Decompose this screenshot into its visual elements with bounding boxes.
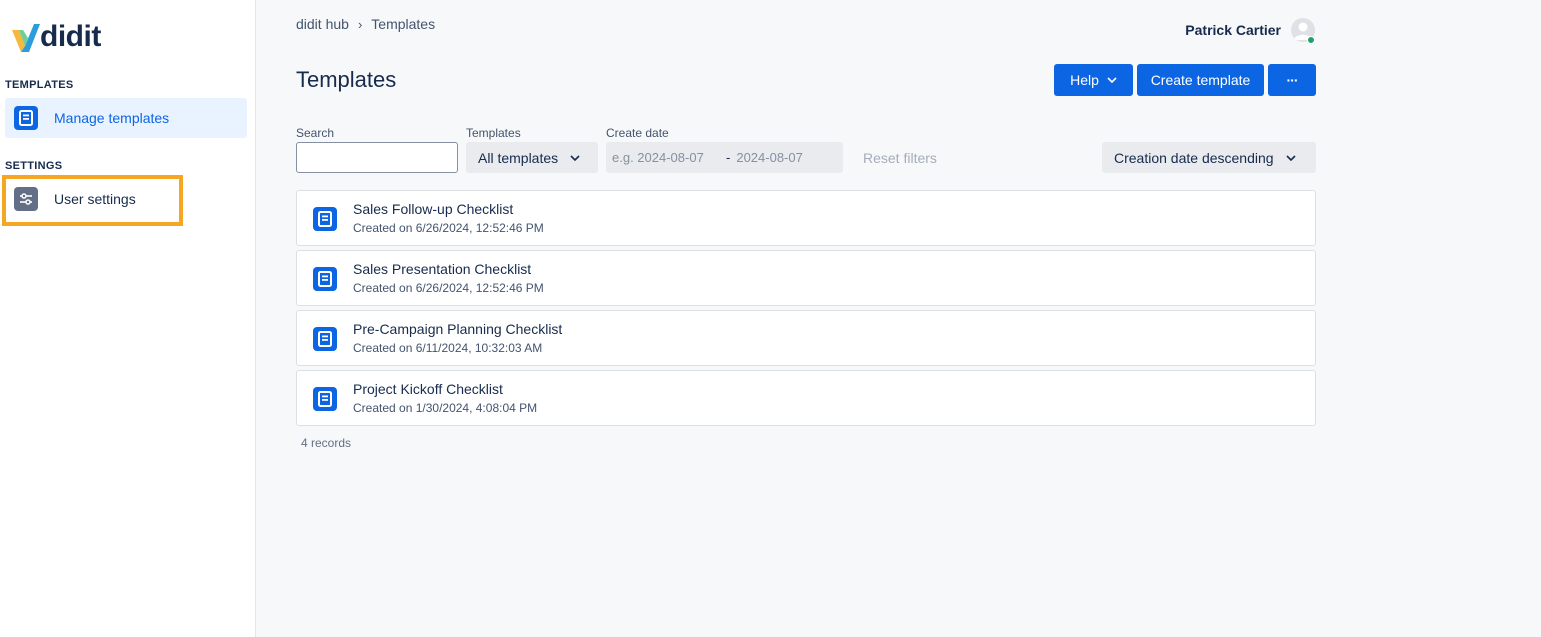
search-input[interactable] xyxy=(296,142,458,173)
breadcrumb-separator: › xyxy=(357,16,363,32)
sidebar-item-label: Manage templates xyxy=(54,110,170,126)
chevron-down-icon xyxy=(1285,154,1296,161)
help-button[interactable]: Help xyxy=(1054,64,1133,96)
list-item[interactable]: Pre-Campaign Planning Checklist Created … xyxy=(296,310,1316,366)
date-end-field[interactable]: 2024-08-07 xyxy=(736,150,803,165)
more-icon: ··· xyxy=(1286,72,1299,88)
breadcrumb: didit hub › Templates xyxy=(296,16,435,32)
document-icon xyxy=(313,327,337,351)
brand-name: didit xyxy=(40,20,101,53)
template-title: Sales Presentation Checklist xyxy=(353,261,532,277)
template-created-date: Created on 6/26/2024, 12:52:46 PM xyxy=(353,221,544,235)
list-item[interactable]: Sales Follow-up Checklist Created on 6/2… xyxy=(296,190,1316,246)
sidebar-item-user-settings[interactable]: User settings xyxy=(5,179,247,219)
presence-status-dot xyxy=(1307,36,1315,44)
sort-select[interactable]: Creation date descending xyxy=(1102,142,1316,173)
document-icon xyxy=(313,387,337,411)
date-start-field[interactable]: e.g. 2024-08-07 xyxy=(612,150,722,165)
template-title: Sales Follow-up Checklist xyxy=(353,201,514,217)
templates-filter-select[interactable]: All templates xyxy=(466,142,598,173)
sidebar-item-manage-templates[interactable]: Manage templates xyxy=(5,98,247,138)
section-title-settings: SETTINGS xyxy=(5,160,63,172)
template-created-date: Created on 6/11/2024, 10:32:03 AM xyxy=(353,341,543,355)
breadcrumb-item-templates[interactable]: Templates xyxy=(371,16,435,32)
chevron-down-icon xyxy=(570,154,580,161)
template-created-date: Created on 6/26/2024, 12:52:46 PM xyxy=(353,281,544,295)
create-date-label: Create date xyxy=(606,126,669,140)
date-range-separator: - xyxy=(726,150,731,165)
create-date-range[interactable]: e.g. 2024-08-07 - 2024-08-07 xyxy=(606,142,843,173)
template-title: Project Kickoff Checklist xyxy=(353,381,503,397)
reset-filters-button[interactable]: Reset filters xyxy=(863,150,937,166)
template-title: Pre-Campaign Planning Checklist xyxy=(353,321,563,337)
records-count: 4 records xyxy=(301,436,352,450)
user-menu[interactable]: Patrick Cartier xyxy=(1185,18,1315,42)
logo-mark-icon xyxy=(12,24,40,52)
sort-select-value: Creation date descending xyxy=(1114,149,1274,166)
sidebar-item-label: User settings xyxy=(54,191,136,207)
create-template-button[interactable]: Create template xyxy=(1137,64,1264,96)
templates-filter-label: Templates xyxy=(466,126,521,140)
document-icon xyxy=(14,106,38,130)
section-title-templates: TEMPLATES xyxy=(5,79,74,91)
breadcrumb-item-didit-hub[interactable]: didit hub xyxy=(296,16,349,32)
template-created-date: Created on 1/30/2024, 4:08:04 PM xyxy=(353,401,538,415)
list-item[interactable]: Project Kickoff Checklist Created on 1/3… xyxy=(296,370,1316,426)
list-item[interactable]: Sales Presentation Checklist Created on … xyxy=(296,250,1316,306)
sidebar: didit TEMPLATES Manage templates SETTING… xyxy=(0,0,256,637)
didit-logo[interactable]: didit xyxy=(12,22,101,52)
page-title: Templates xyxy=(296,67,397,92)
more-actions-button[interactable]: ··· xyxy=(1268,64,1316,96)
create-template-label: Create template xyxy=(1150,72,1251,88)
chevron-down-icon xyxy=(1107,77,1117,83)
document-icon xyxy=(313,207,337,231)
templates-filter-value: All templates xyxy=(478,149,559,166)
help-button-label: Help xyxy=(1070,72,1099,88)
document-icon xyxy=(313,267,337,291)
search-label: Search xyxy=(296,126,335,140)
user-name: Patrick Cartier xyxy=(1185,22,1281,38)
sliders-icon xyxy=(14,187,38,211)
